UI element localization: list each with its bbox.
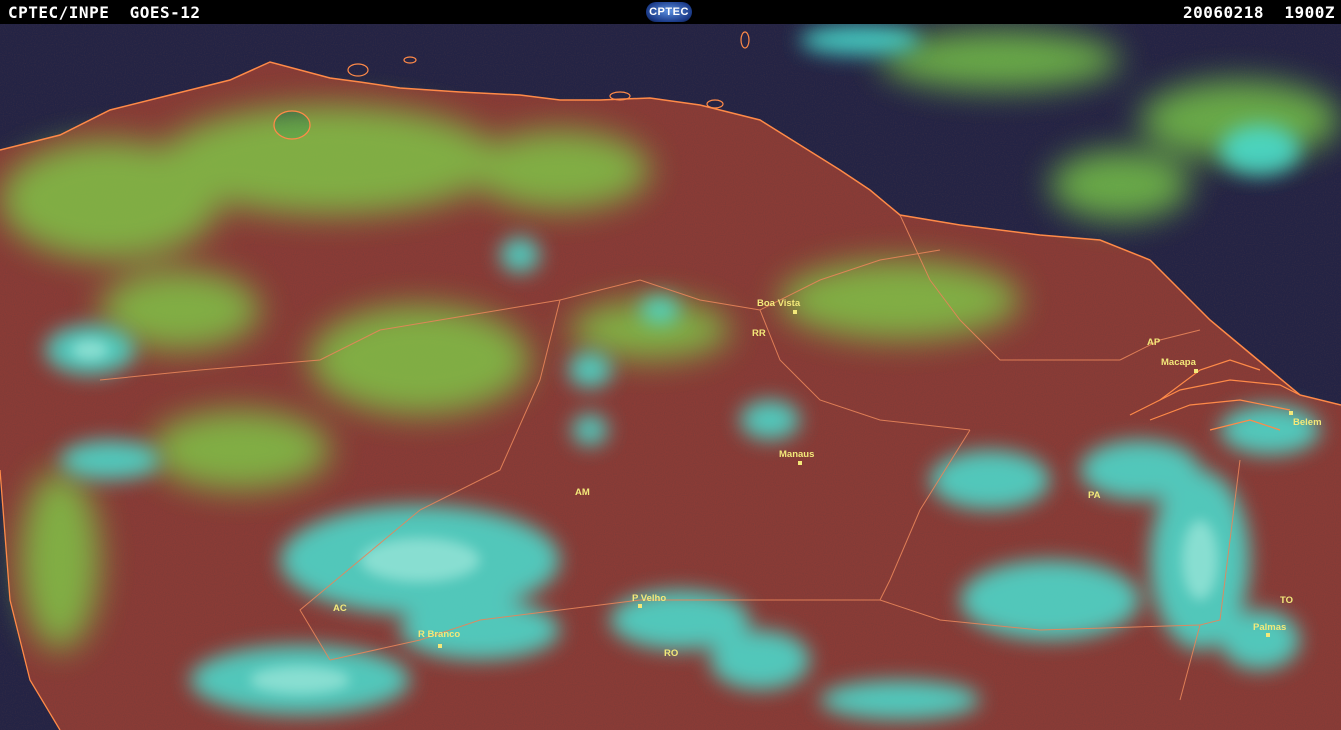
header-bar: CPTEC/INPE GOES-12 CPTEC 20060218 1900Z	[0, 0, 1341, 24]
image-timestamp: 20060218 1900Z	[1183, 3, 1335, 22]
satellite-image-frame: CPTEC/INPE GOES-12 CPTEC 20060218 1900Z	[0, 0, 1341, 730]
marker-boa-vista	[793, 310, 797, 314]
marker-manaus	[798, 461, 802, 465]
marker-belem	[1289, 411, 1293, 415]
label-p-velho: P Velho	[632, 593, 666, 604]
satellite-map: Boa Vista RR AP Macapa Belem Manaus AM P…	[0, 24, 1341, 730]
label-ap: AP	[1147, 337, 1161, 348]
marker-p-velho	[638, 604, 642, 608]
satellite-title: CPTEC/INPE GOES-12	[8, 3, 201, 22]
label-am: AM	[575, 487, 590, 498]
label-macapa: Macapa	[1161, 357, 1197, 368]
label-belem: Belem	[1293, 417, 1322, 428]
marker-macapa	[1194, 369, 1198, 373]
marker-r-branco	[438, 644, 442, 648]
label-ac: AC	[333, 603, 347, 614]
label-palmas: Palmas	[1253, 622, 1286, 633]
label-rr: RR	[752, 328, 766, 339]
logo-text: CPTEC	[649, 6, 689, 18]
label-boa-vista: Boa Vista	[757, 298, 801, 309]
cptec-logo: CPTEC	[646, 2, 692, 22]
label-ro: RO	[664, 648, 678, 659]
marker-palmas	[1266, 633, 1270, 637]
label-manaus: Manaus	[779, 449, 814, 460]
label-to: TO	[1280, 595, 1293, 606]
label-pa: PA	[1088, 490, 1101, 501]
label-r-branco: R Branco	[418, 629, 460, 640]
